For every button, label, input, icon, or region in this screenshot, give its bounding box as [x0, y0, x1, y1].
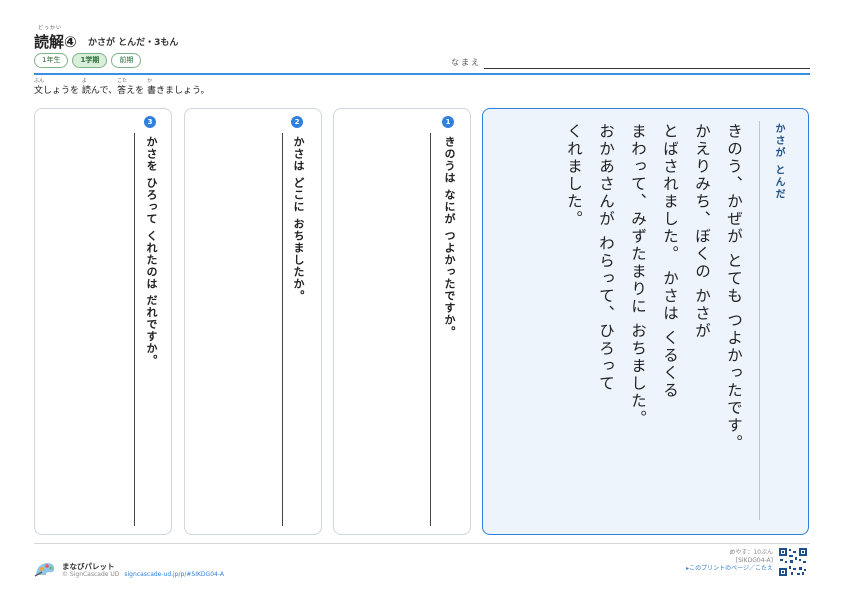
story-line: おかあさんが わらって、ひろって [597, 123, 615, 393]
instruction: ぶん文しょうを よ読んで、 こた答えを か書きましょう。 [34, 78, 210, 96]
page-subtitle: かさが とんだ・3もん [88, 38, 179, 48]
answer-page-link[interactable]: ▸このプリントのページ／こたえ [686, 565, 773, 573]
story-body: きのう、かぜが とても つよかったです。 かえりみち、ぼくの かさが とばされま… [558, 123, 750, 523]
worksheet-code: [SIKDG04-A] [735, 557, 773, 564]
answer-line[interactable] [430, 133, 431, 526]
qr-code-icon[interactable] [778, 547, 808, 577]
header-divider [34, 73, 810, 75]
tag-list: 1年生 1学期 前期 [34, 53, 142, 68]
story-line: とばされました。 かさは くるくる [661, 123, 679, 400]
instruction-text: んで、 [90, 86, 118, 96]
instruction-text: えを [126, 86, 147, 96]
title-ruby: どっかい [38, 25, 63, 31]
story-line: かえりみち、ぼくの かさが [693, 123, 711, 340]
palette-logo-icon [34, 563, 55, 577]
question-number-badge: 1 [442, 116, 454, 128]
story-panel: かさが とんだ きのう、かぜが とても つよかったです。 かえりみち、ぼくの か… [482, 108, 809, 535]
kanji: 答 [117, 86, 127, 96]
ruby: ぶん [34, 78, 45, 84]
question-box-3: 3 かさを ひろって くれたのは だれですか。 [34, 108, 172, 535]
name-label: なまえ [451, 58, 481, 67]
question-text: きのうは なにが つよかったですか。 [443, 136, 456, 338]
name-field[interactable] [484, 68, 810, 69]
ruby: よ [81, 78, 87, 84]
kanji: 書 [147, 86, 157, 96]
kanji: 読 [81, 86, 91, 96]
question-text: かさを ひろって くれたのは だれですか。 [145, 136, 158, 367]
instruction-text: きましょう。 [156, 86, 210, 96]
question-box-1: 1 きのうは なにが つよかったですか。 [333, 108, 471, 535]
footer-divider [34, 543, 810, 544]
tag-period: 前期 [111, 53, 142, 68]
source-link[interactable]: signcascade-ud.jp/p/#SIKDG04-A [124, 571, 224, 578]
tag-grade: 1年生 [34, 53, 69, 68]
story-title: かさが とんだ [773, 123, 784, 201]
question-number-badge: 2 [291, 116, 303, 128]
answer-line[interactable] [282, 133, 283, 526]
ruby: か [147, 78, 153, 84]
worksheet-meta: めやす：10ぷん [SIKDG04-A] ▸このプリントのページ／こたえ [686, 549, 773, 573]
copyright-text: © SignCascade UD [62, 571, 120, 578]
tag-term: 1学期 [72, 53, 108, 68]
answer-line[interactable] [134, 133, 135, 526]
page-title: 読解④ [34, 33, 77, 51]
kanji: 文 [34, 86, 44, 96]
worksheet-header: どっかい 読解④ かさが とんだ・3もん 1年生 1学期 前期 なまえ [34, 24, 810, 74]
copyright: © SignCascade UD signcascade-ud.jp/p/#SIK… [62, 571, 224, 578]
instruction-text: しょうを [43, 86, 82, 96]
time-estimate: めやす：10ぷん [729, 549, 773, 556]
story-line: くれました。 [565, 123, 583, 228]
question-box-2: 2 かさは どこに おちましたか。 [184, 108, 322, 535]
story-divider [759, 121, 760, 520]
question-number-badge: 3 [144, 116, 156, 128]
story-line: まわって、みずたまりに おちました。 [629, 123, 647, 428]
story-line: きのう、かぜが とても つよかったです。 [725, 123, 743, 452]
ruby: こた [117, 78, 128, 84]
question-text: かさは どこに おちましたか。 [292, 136, 305, 302]
